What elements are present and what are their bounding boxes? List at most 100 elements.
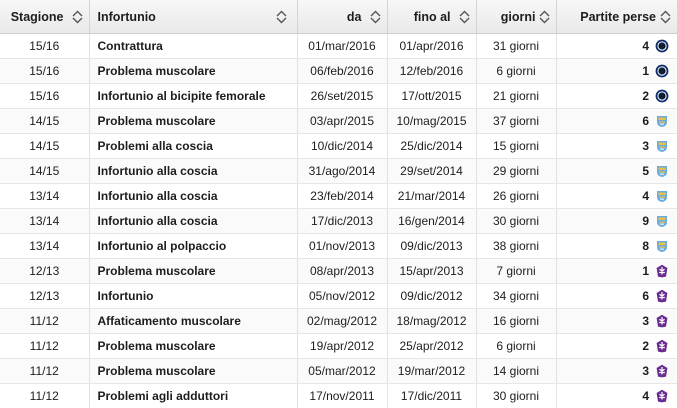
games-missed-cell: 4 <box>556 183 677 209</box>
days-cell: 6 giorni <box>476 58 557 84</box>
from-date-cell: 31/ago/2014 <box>297 158 388 184</box>
sort-icon[interactable] <box>539 10 550 24</box>
column-header-until[interactable]: fino al <box>387 0 477 34</box>
games-missed-cell: 6 <box>556 108 677 134</box>
injury-cell: Contrattura <box>89 33 298 59</box>
games-missed-count: 2 <box>642 88 649 103</box>
games-missed-cell: 3 <box>556 308 677 334</box>
fiorentina-crest-icon[interactable] <box>655 314 669 328</box>
until-date-cell: 29/set/2014 <box>387 158 477 184</box>
inter-crest-icon[interactable] <box>655 39 669 53</box>
inter-crest-icon[interactable] <box>655 89 669 103</box>
fiorentina-crest-icon[interactable] <box>655 364 669 378</box>
games-missed-count: 4 <box>642 188 649 203</box>
games-missed-count: 4 <box>642 38 649 53</box>
season-cell: 11/12 <box>0 333 90 359</box>
fiorentina-crest-icon[interactable] <box>655 264 669 278</box>
until-date-cell: 17/ott/2015 <box>387 83 477 109</box>
days-cell: 29 giorni <box>476 158 557 184</box>
table-row: 14/15 Problemi alla coscia 10/dic/2014 2… <box>0 133 677 159</box>
days-cell: 6 giorni <box>476 333 557 359</box>
sort-icon[interactable] <box>459 10 470 24</box>
column-header-days[interactable]: giorni <box>476 0 557 34</box>
table-row: 14/15 Infortunio alla coscia 31/ago/2014… <box>0 158 677 184</box>
injury-cell: Problema muscolare <box>89 58 298 84</box>
season-cell: 13/14 <box>0 208 90 234</box>
from-date-cell: 19/apr/2012 <box>297 333 388 359</box>
games-missed-cell: 8 <box>556 233 677 259</box>
days-cell: 21 giorni <box>476 83 557 109</box>
table-row: 15/16 Problema muscolare 06/feb/2016 12/… <box>0 58 677 84</box>
games-missed-cell: 6 <box>556 283 677 309</box>
until-date-cell: 21/mar/2014 <box>387 183 477 209</box>
from-date-cell: 17/dic/2013 <box>297 208 388 234</box>
injury-cell: Infortunio al bicipite femorale <box>89 83 298 109</box>
season-cell: 14/15 <box>0 108 90 134</box>
games-missed-cell: 1 <box>556 58 677 84</box>
column-header-label: giorni <box>500 9 536 24</box>
games-missed-count: 3 <box>642 138 649 153</box>
man-city-crest-icon[interactable] <box>655 114 669 128</box>
sort-icon[interactable] <box>660 10 671 24</box>
days-cell: 37 giorni <box>476 108 557 134</box>
injury-cell: Affaticamento muscolare <box>89 308 298 334</box>
column-header-label: Stagione <box>10 9 64 24</box>
from-date-cell: 26/set/2015 <box>297 83 388 109</box>
games-missed-count: 1 <box>642 263 649 278</box>
man-city-crest-icon[interactable] <box>655 189 669 203</box>
fiorentina-crest-icon[interactable] <box>655 339 669 353</box>
season-cell: 13/14 <box>0 233 90 259</box>
until-date-cell: 09/dic/2012 <box>387 283 477 309</box>
man-city-crest-icon[interactable] <box>655 164 669 178</box>
column-header-from[interactable]: da <box>297 0 388 34</box>
from-date-cell: 05/nov/2012 <box>297 283 388 309</box>
man-city-crest-icon[interactable] <box>655 139 669 153</box>
table-body: 15/16 Contrattura 01/mar/2016 01/apr/201… <box>0 33 677 408</box>
table-row: 15/16 Contrattura 01/mar/2016 01/apr/201… <box>0 33 677 59</box>
man-city-crest-icon[interactable] <box>655 239 669 253</box>
until-date-cell: 25/apr/2012 <box>387 333 477 359</box>
sort-icon[interactable] <box>276 10 287 24</box>
from-date-cell: 17/nov/2011 <box>297 383 388 408</box>
from-date-cell: 23/feb/2014 <box>297 183 388 209</box>
table-row: 13/14 Infortunio alla coscia 17/dic/2013… <box>0 208 677 234</box>
games-missed-cell: 2 <box>556 83 677 109</box>
games-missed-count: 4 <box>642 388 649 403</box>
column-header-season[interactable]: Stagione <box>0 0 90 34</box>
season-cell: 11/12 <box>0 308 90 334</box>
season-cell: 12/13 <box>0 283 90 309</box>
injury-cell: Problemi alla coscia <box>89 133 298 159</box>
games-missed-cell: 2 <box>556 333 677 359</box>
from-date-cell: 10/dic/2014 <box>297 133 388 159</box>
man-city-crest-icon[interactable] <box>655 214 669 228</box>
games-missed-cell: 3 <box>556 133 677 159</box>
inter-crest-icon[interactable] <box>655 64 669 78</box>
injury-cell: Problema muscolare <box>89 108 298 134</box>
table-row: 11/12 Problemi agli adduttori 17/nov/201… <box>0 383 677 408</box>
games-missed-count: 8 <box>642 238 649 253</box>
days-cell: 14 giorni <box>476 358 557 384</box>
sort-icon[interactable] <box>72 10 83 24</box>
injury-cell: Infortunio al polpaccio <box>89 233 298 259</box>
table-row: 13/14 Infortunio alla coscia 23/feb/2014… <box>0 183 677 209</box>
games-missed-cell: 5 <box>556 158 677 184</box>
fiorentina-crest-icon[interactable] <box>655 389 669 403</box>
games-missed-count: 5 <box>642 163 649 178</box>
injury-history-table: Stagione Infortunio da fino al giorni Pa… <box>0 0 677 408</box>
games-missed-count: 3 <box>642 313 649 328</box>
injury-cell: Infortunio alla coscia <box>89 208 298 234</box>
days-cell: 38 giorni <box>476 233 557 259</box>
column-header-label: da <box>346 9 362 24</box>
until-date-cell: 25/dic/2014 <box>387 133 477 159</box>
until-date-cell: 19/mar/2012 <box>387 358 477 384</box>
table-row: 13/14 Infortunio al polpaccio 01/nov/201… <box>0 233 677 259</box>
until-date-cell: 01/apr/2016 <box>387 33 477 59</box>
games-missed-cell: 9 <box>556 208 677 234</box>
fiorentina-crest-icon[interactable] <box>655 289 669 303</box>
table-row: 15/16 Infortunio al bicipite femorale 26… <box>0 83 677 109</box>
column-header-injury[interactable]: Infortunio <box>89 0 298 34</box>
days-cell: 15 giorni <box>476 133 557 159</box>
column-header-games-missed[interactable]: Partite perse <box>556 0 677 34</box>
season-cell: 14/15 <box>0 133 90 159</box>
sort-icon[interactable] <box>370 10 381 24</box>
